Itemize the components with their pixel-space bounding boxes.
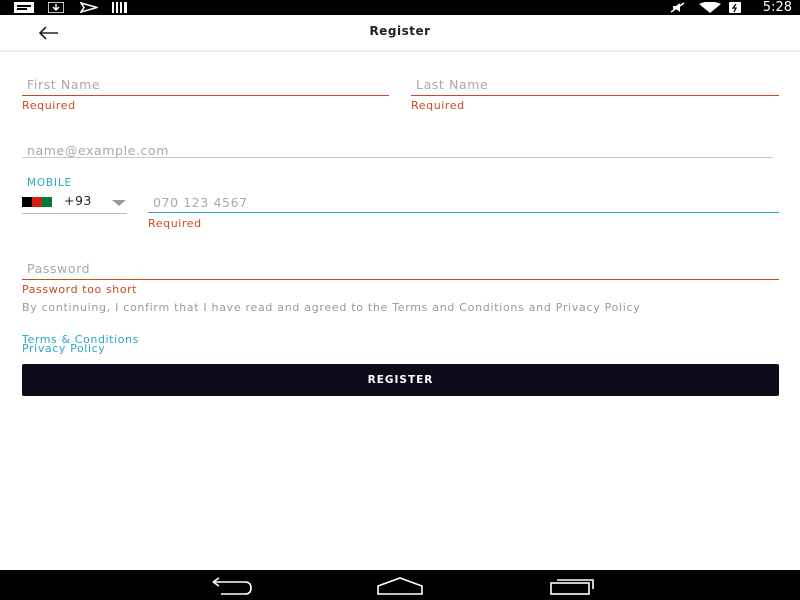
first-name-field	[22, 73, 394, 97]
password-error: Password too short	[22, 283, 138, 296]
password-underline	[22, 279, 779, 280]
register-button[interactable]: REGISTER	[22, 364, 779, 396]
password-field	[22, 257, 784, 281]
email-underline	[22, 157, 773, 158]
last-name-field	[411, 73, 784, 97]
first-name-underline	[22, 95, 389, 96]
phone-error: Required	[148, 217, 202, 230]
battery-icon	[729, 2, 741, 13]
last-name-error: Required	[411, 99, 465, 112]
email-field	[22, 139, 778, 163]
back-icon[interactable]	[205, 576, 255, 596]
first-name-error: Required	[22, 99, 76, 112]
privacy-link[interactable]: Privacy Policy	[22, 343, 105, 354]
barcode-icon	[112, 2, 127, 13]
phone-input[interactable]	[148, 191, 784, 213]
page-title: Register	[369, 24, 431, 38]
mute-icon	[670, 2, 685, 13]
last-name-underline	[411, 95, 779, 96]
chevron-down-icon	[112, 200, 126, 206]
status-time: 5:28	[762, 0, 792, 15]
mobile-label: MOBILE	[27, 177, 72, 189]
home-icon[interactable]	[375, 576, 425, 596]
consent-text: By continuing, I confirm that I have rea…	[22, 301, 641, 314]
download-icon	[48, 2, 64, 13]
phone-underline	[148, 212, 779, 213]
send-icon	[80, 2, 98, 13]
wifi-icon	[699, 2, 721, 13]
country-underline	[22, 213, 127, 214]
status-bar: 5:28	[0, 0, 800, 15]
last-name-input[interactable]	[411, 73, 784, 95]
app-bar: Register	[0, 15, 800, 51]
message-icon	[14, 2, 34, 13]
recents-icon[interactable]	[548, 576, 598, 596]
country-code-select[interactable]: +93	[22, 192, 127, 214]
country-code: +93	[64, 193, 92, 208]
first-name-input[interactable]	[22, 73, 394, 95]
nav-bar	[0, 570, 800, 600]
afghanistan-flag-icon	[22, 197, 52, 207]
phone-field	[148, 191, 784, 215]
password-input[interactable]	[22, 257, 784, 279]
